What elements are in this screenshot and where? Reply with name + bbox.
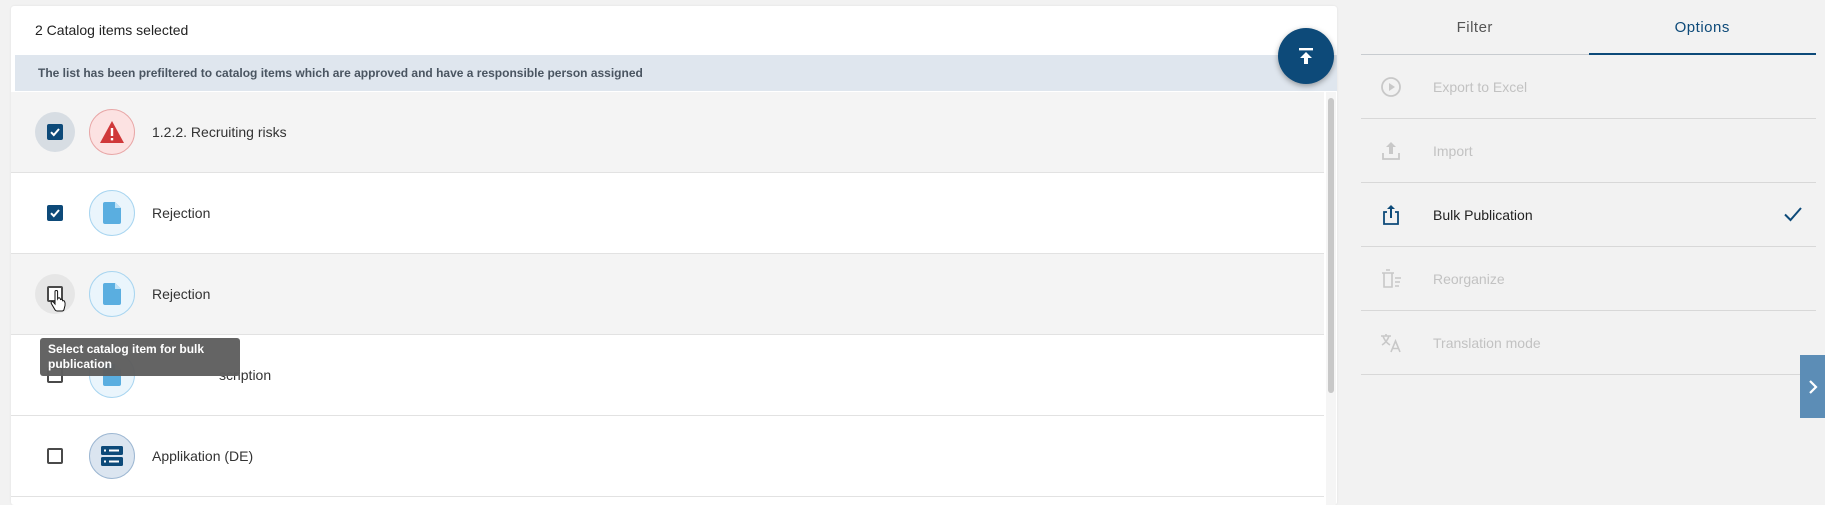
option-export-to-excel[interactable]: Export to Excel xyxy=(1361,55,1816,119)
item-checkbox[interactable] xyxy=(35,193,75,233)
risk-warning-icon xyxy=(89,109,135,155)
option-label: Import xyxy=(1433,142,1473,159)
item-checkbox[interactable] xyxy=(35,112,75,152)
translate-icon xyxy=(1381,334,1401,353)
catalog-item-list: 1.2.2. Recruiting risks Rejection Reject… xyxy=(11,92,1324,497)
upload-icon xyxy=(1382,142,1400,160)
item-label[interactable]: Applikation (DE) xyxy=(152,448,253,464)
check-icon xyxy=(50,209,60,218)
option-label: Export to Excel xyxy=(1433,78,1528,95)
checkbox-unchecked[interactable] xyxy=(47,448,63,464)
application-server-icon xyxy=(89,433,135,479)
selection-count: 2 Catalog items selected xyxy=(35,22,189,38)
list-item[interactable]: 1.2.2. Recruiting risks xyxy=(11,92,1324,173)
catalog-list-panel: 2 Catalog items selected The list has be… xyxy=(11,6,1337,505)
chevron-right-icon xyxy=(1808,379,1818,394)
options-sidebar: Filter Options Export to Excel Import Bu… xyxy=(1361,0,1816,505)
tab-filter[interactable]: Filter xyxy=(1361,0,1589,54)
option-label: Reorganize xyxy=(1433,270,1505,287)
play-circle-icon xyxy=(1381,77,1401,97)
option-import[interactable]: Import xyxy=(1361,119,1816,183)
option-label: Translation mode xyxy=(1433,334,1541,351)
item-label[interactable]: 1.2.2. Recruiting risks xyxy=(152,124,287,140)
item-label[interactable]: Rejection xyxy=(152,286,210,302)
scroll-to-top-button[interactable] xyxy=(1278,28,1334,84)
list-item[interactable]: Applikation (DE) xyxy=(11,416,1324,497)
checkbox-checked[interactable] xyxy=(47,205,63,221)
tooltip: Select catalog item for bulk publication xyxy=(40,338,240,376)
option-reorganize[interactable]: Reorganize xyxy=(1361,247,1816,311)
prefilter-banner-text: The list has been prefiltered to catalog… xyxy=(38,66,643,80)
option-bulk-publication[interactable]: Bulk Publication xyxy=(1361,183,1816,247)
option-label: Bulk Publication xyxy=(1433,206,1533,223)
list-header: 2 Catalog items selected xyxy=(11,6,1337,54)
scrollbar-thumb[interactable] xyxy=(1328,98,1334,393)
list-item[interactable]: Rejection xyxy=(11,173,1324,254)
checkbox-checked[interactable] xyxy=(47,124,63,140)
scroll-to-top-icon xyxy=(1299,48,1313,64)
check-icon xyxy=(50,128,60,137)
item-label[interactable]: Rejection xyxy=(152,205,210,221)
tab-options[interactable]: Options xyxy=(1588,0,1817,55)
share-icon xyxy=(1383,205,1399,225)
item-checkbox[interactable] xyxy=(35,436,75,476)
expand-sidebar-button[interactable] xyxy=(1800,355,1825,418)
checkmark-icon xyxy=(1784,207,1802,222)
document-icon xyxy=(89,190,135,236)
document-icon xyxy=(89,271,135,317)
sidebar-tabs: Filter Options xyxy=(1361,0,1816,55)
prefilter-banner: The list has been prefiltered to catalog… xyxy=(15,55,1337,91)
reorganize-icon xyxy=(1382,269,1401,288)
list-item[interactable]: Rejection xyxy=(11,254,1324,335)
hand-pointer-cursor-icon xyxy=(50,290,66,312)
option-translation-mode[interactable]: Translation mode xyxy=(1361,311,1816,375)
